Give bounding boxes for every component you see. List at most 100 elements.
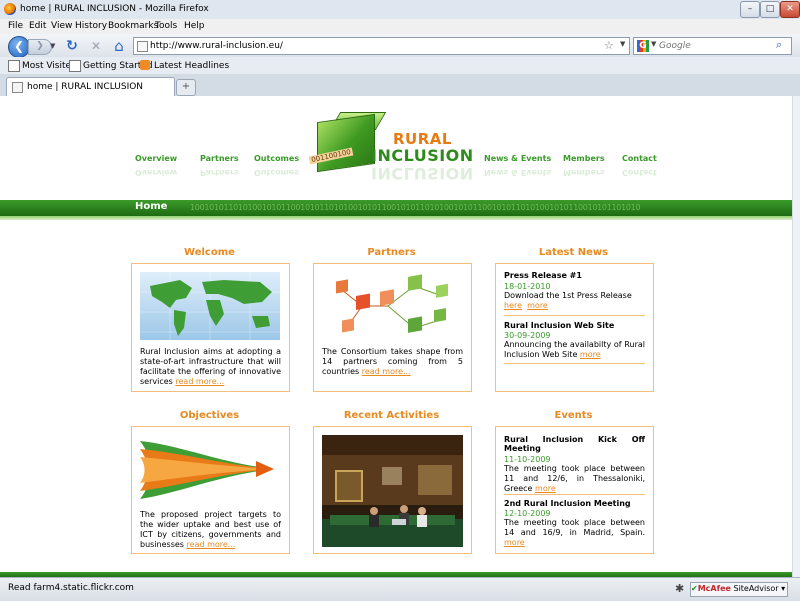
close-button[interactable]: ✕ <box>780 1 800 18</box>
search-engine-dropdown-icon[interactable]: ▼ <box>651 40 656 48</box>
nav-overview[interactable]: Overview <box>135 154 177 163</box>
url-input[interactable] <box>150 39 590 52</box>
event-item-body: The meeting took place between 11 and 12… <box>504 464 645 493</box>
menu-bar: File Edit View History Bookmarks Tools H… <box>0 19 800 34</box>
nav-reflection: News & Events <box>484 168 552 177</box>
event-more-link[interactable]: more <box>504 538 525 547</box>
news-divider <box>504 315 645 316</box>
page-content: Overview Partners Outcomes News & Events… <box>0 96 792 577</box>
home-icon[interactable]: ⌂ <box>111 38 127 54</box>
nav-contact[interactable]: Contact <box>622 154 657 163</box>
objectives-read-more-link[interactable]: read more... <box>187 540 236 549</box>
menu-tools[interactable]: Tools <box>155 21 177 31</box>
objectives-heading: Objectives <box>179 410 240 421</box>
status-text: Read farm4.static.flickr.com <box>8 583 134 593</box>
event-item-text: The meeting took place between 11 and 12… <box>504 464 645 494</box>
band-binary-pattern: 1001010110101001010110010101101010010101… <box>190 203 641 212</box>
nav-news-events[interactable]: News & Events <box>484 154 551 163</box>
nav-partners[interactable]: Partners <box>200 154 239 163</box>
addon-icon[interactable]: ✱ <box>675 582 684 595</box>
rss-feed-icon <box>140 60 150 70</box>
news-divider <box>504 363 645 364</box>
partners-heading: Partners <box>367 247 416 258</box>
vertical-scrollbar[interactable] <box>792 96 800 577</box>
event-item-body: The meeting took place between 14 and 16… <box>504 518 645 537</box>
new-tab-button[interactable]: + <box>176 79 196 96</box>
logo-text-inclusion: INCLUSION <box>371 146 474 165</box>
menu-file[interactable]: File <box>8 21 23 31</box>
news-item-text: Announcing the availabilty of Rural Incl… <box>504 340 645 360</box>
history-dropdown-icon[interactable]: ▼ <box>50 39 59 53</box>
status-bar: Read farm4.static.flickr.com ✱ ✔McAfee S… <box>0 577 800 601</box>
menu-history[interactable]: History <box>75 21 107 31</box>
event-item-date: 11-10-2009 <box>504 455 551 464</box>
news-more-link[interactable]: more <box>527 301 548 310</box>
logo-box <box>317 113 375 173</box>
bookmark-star-icon[interactable]: ☆ <box>604 39 614 52</box>
welcome-heading: Welcome <box>184 247 235 258</box>
tab-home[interactable]: home | RURAL INCLUSION <box>6 77 175 97</box>
forward-button[interactable]: ❯ <box>28 39 52 55</box>
objectives-text: The proposed project targets to the wide… <box>140 510 281 550</box>
back-button[interactable]: ❮ <box>8 36 30 58</box>
most-visited-icon <box>8 60 20 72</box>
welcome-text: Rural Inclusion aims at adopting a state… <box>140 347 281 387</box>
menu-view[interactable]: View <box>51 21 72 31</box>
url-dropdown-icon[interactable]: ▼ <box>620 40 625 48</box>
tab-favicon <box>12 82 23 93</box>
stop-icon[interactable]: ✕ <box>88 38 104 54</box>
nav-members[interactable]: Members <box>563 154 605 163</box>
event-item-title[interactable]: Rural Inclusion Kick Off Meeting <box>504 435 645 453</box>
nav-outcomes[interactable]: Outcomes <box>254 154 299 163</box>
url-bar[interactable]: ☆ ▼ <box>133 37 630 55</box>
news-more-link[interactable]: more <box>580 350 601 359</box>
recent-activities-card <box>313 426 472 554</box>
window-titlebar: home | RURAL INCLUSION - Mozilla Firefox… <box>0 0 800 20</box>
window-title: home | RURAL INCLUSION - Mozilla Firefox <box>20 4 209 14</box>
menu-bookmarks[interactable]: Bookmarks <box>108 21 158 31</box>
logo-reflection: INCLUSION <box>371 164 474 183</box>
firefox-icon <box>4 3 16 15</box>
site-logo[interactable]: 001100100 RURAL INCLUSION INCLUSION <box>305 112 475 183</box>
google-engine-icon[interactable]: G <box>637 40 649 52</box>
news-item-text: Download the 1st Press Release <box>504 291 632 300</box>
mcafee-brand: McAfee <box>697 584 731 593</box>
nav-reflection: Partners <box>200 168 239 177</box>
news-item-body: Announcing the availabilty of Rural Incl… <box>504 340 645 359</box>
welcome-card: Rural Inclusion aims at adopting a state… <box>131 263 290 392</box>
band-gradient-divider <box>0 216 792 220</box>
maximize-button[interactable]: □ <box>760 1 780 18</box>
search-bar[interactable]: G ▼ ⌕ <box>633 37 792 55</box>
nav-reflection: Members <box>563 168 605 177</box>
check-icon: ✔ <box>691 584 698 593</box>
reload-icon[interactable]: ↻ <box>64 38 80 54</box>
nav-reflection: Overview <box>135 168 178 177</box>
news-item-title[interactable]: Rural Inclusion Web Site <box>504 321 614 330</box>
objectives-card: The proposed project targets to the wide… <box>131 426 290 554</box>
page-icon <box>69 60 81 72</box>
event-item-title[interactable]: 2nd Rural Inclusion Meeting <box>504 499 631 508</box>
minimize-button[interactable]: – <box>740 1 760 18</box>
news-item-title[interactable]: Press Release #1 <box>504 271 582 280</box>
news-here-link[interactable]: here <box>504 301 522 310</box>
menu-help[interactable]: Help <box>184 21 205 31</box>
tab-label: home | RURAL INCLUSION <box>27 82 144 92</box>
header-band: 1001010110101001010110010101101010010101… <box>0 200 792 216</box>
search-icon[interactable]: ⌕ <box>776 38 782 52</box>
partners-read-more-link[interactable]: read more... <box>362 367 411 376</box>
event-item-text: The meeting took place between 14 and 16… <box>504 518 645 548</box>
page-title: Home <box>135 201 168 212</box>
network-image <box>336 274 448 333</box>
bookmark-latest-headlines[interactable]: Latest Headlines <box>154 61 229 71</box>
mcafee-siteadvisor-button[interactable]: ✔McAfee SiteAdvisor ▾ <box>690 582 788 597</box>
nav-reflection: Contact <box>622 168 657 177</box>
event-divider <box>504 494 645 495</box>
news-item-date: 18-01-2010 <box>504 282 551 291</box>
dropdown-icon: ▾ <box>781 584 786 593</box>
activity-photo[interactable] <box>322 435 463 547</box>
welcome-read-more-link[interactable]: read more... <box>175 377 224 386</box>
events-heading: Events <box>554 410 593 421</box>
menu-edit[interactable]: Edit <box>29 21 46 31</box>
event-more-link[interactable]: more <box>535 484 556 493</box>
search-input[interactable] <box>659 39 769 52</box>
